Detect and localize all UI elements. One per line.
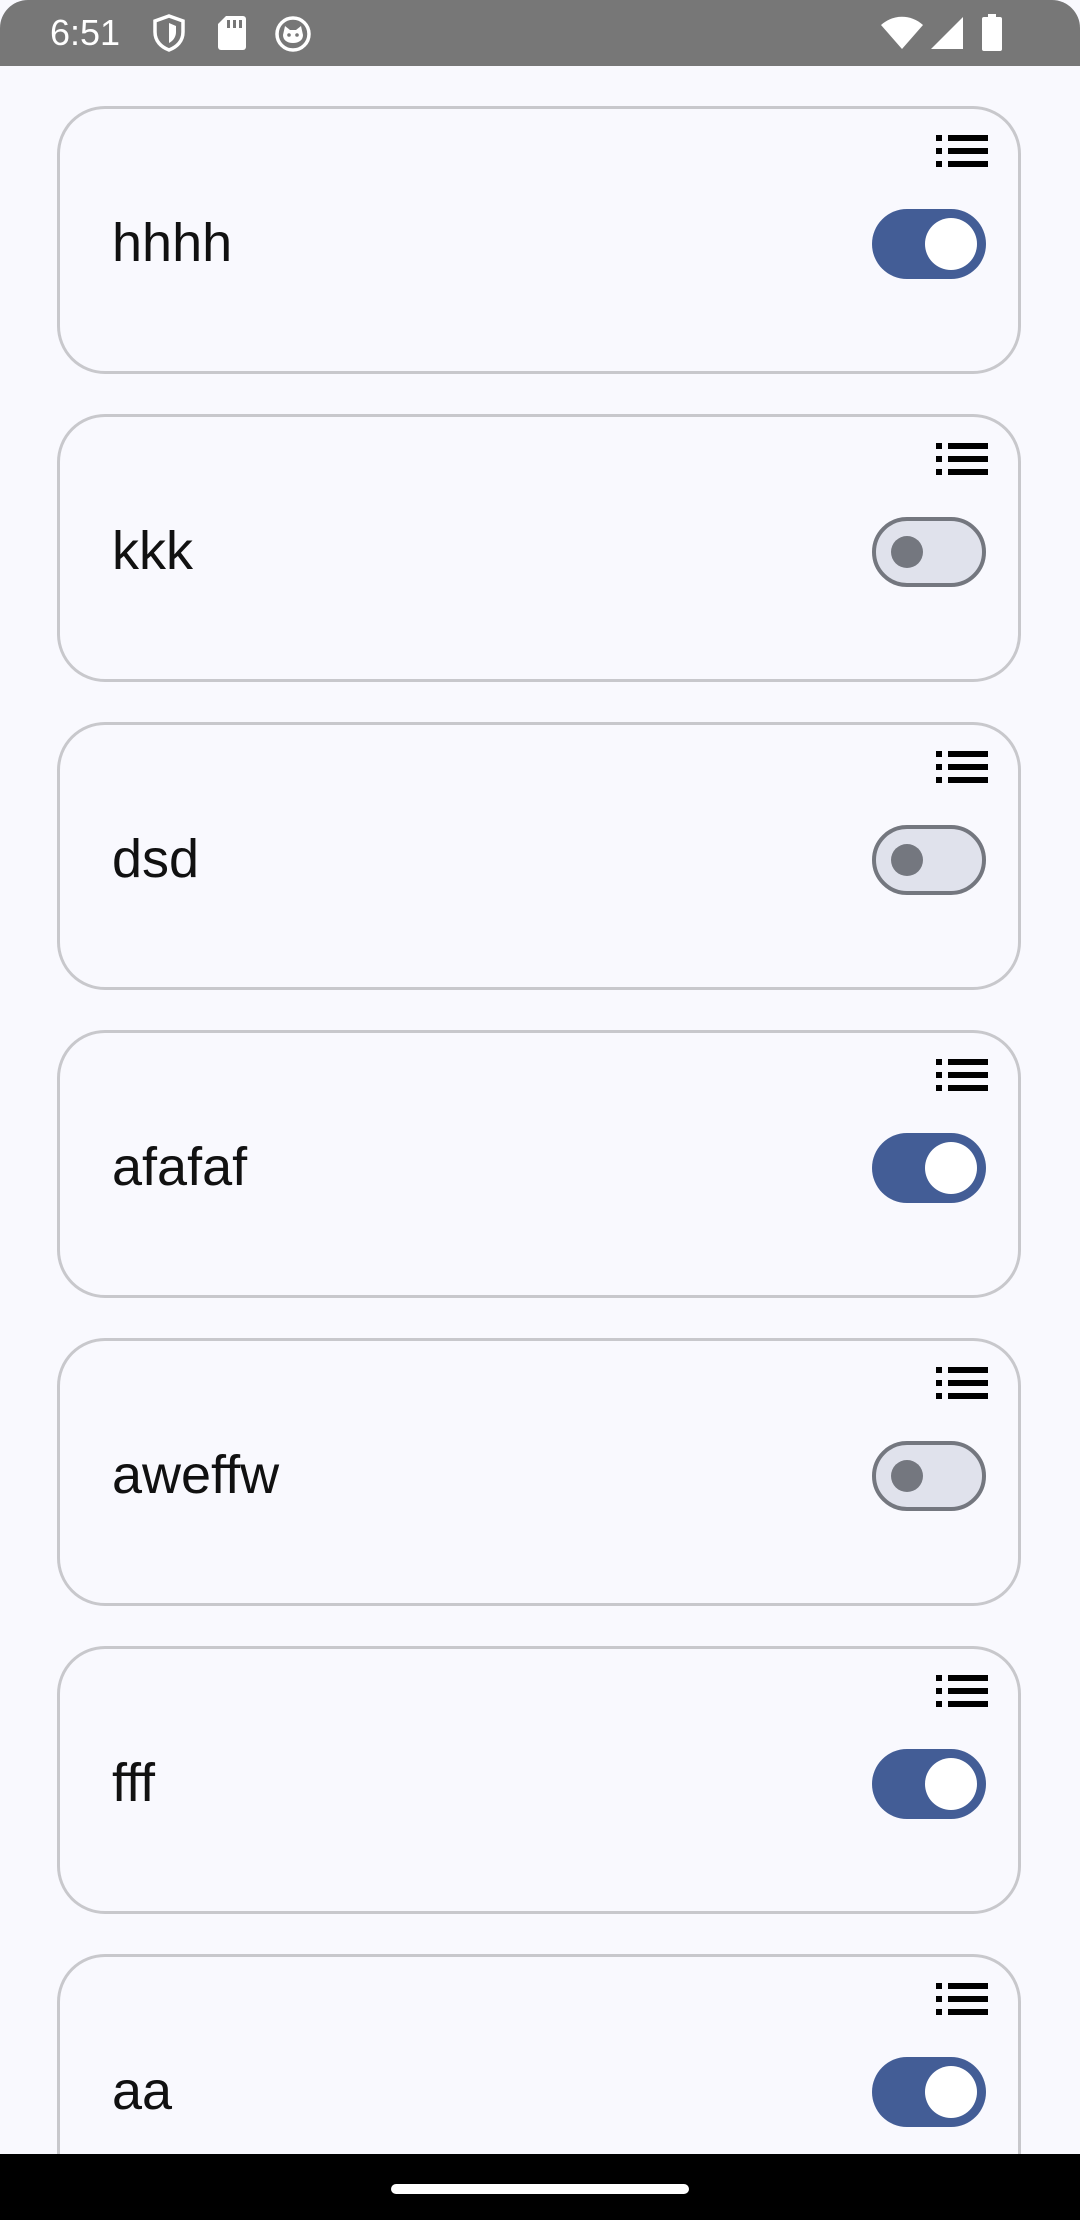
list-item[interactable]: fff: [57, 1646, 1021, 1914]
home-gesture-handle[interactable]: [391, 2184, 689, 2194]
list-item[interactable]: dsd: [57, 722, 1021, 990]
item-label: fff: [112, 1753, 156, 1813]
switch-thumb: [891, 1460, 923, 1492]
switch-thumb: [925, 1142, 977, 1194]
list-menu-icon[interactable]: [936, 1981, 988, 2017]
status-bar: 6:51: [0, 0, 1080, 66]
item-label: afafaf: [112, 1137, 248, 1197]
wifi-icon: [880, 16, 924, 50]
list-item[interactable]: aa: [57, 1954, 1021, 2154]
switch-thumb: [925, 218, 977, 270]
toggle-switch[interactable]: [872, 2057, 986, 2127]
item-label: aa: [112, 2061, 173, 2121]
status-time: 6:51: [50, 12, 121, 53]
toggle-switch[interactable]: [872, 1441, 986, 1511]
item-label: kkk: [112, 521, 193, 581]
toggle-switch[interactable]: [872, 1133, 986, 1203]
list-item[interactable]: aweffw: [57, 1338, 1021, 1606]
sd-card-icon: [216, 14, 248, 52]
toggle-switch[interactable]: [872, 209, 986, 279]
switch-thumb: [891, 844, 923, 876]
item-label: aweffw: [112, 1445, 280, 1505]
list-menu-icon[interactable]: [936, 133, 988, 169]
switch-thumb: [925, 1758, 977, 1810]
item-label: hhhh: [112, 213, 233, 273]
cat-icon: [274, 14, 312, 52]
list-menu-icon[interactable]: [936, 1057, 988, 1093]
rule-list[interactable]: hhhh kkk dsd afafaf aweffw fff aa: [0, 66, 1080, 2154]
list-menu-icon[interactable]: [936, 1365, 988, 1401]
toggle-switch[interactable]: [872, 825, 986, 895]
list-menu-icon[interactable]: [936, 441, 988, 477]
switch-thumb: [925, 2066, 977, 2118]
list-item[interactable]: afafaf: [57, 1030, 1021, 1298]
toggle-switch[interactable]: [872, 517, 986, 587]
navigation-bar: [0, 2154, 1080, 2220]
list-item[interactable]: hhhh: [57, 106, 1021, 374]
list-menu-icon[interactable]: [936, 749, 988, 785]
signal-icon: [930, 16, 964, 50]
list-item[interactable]: kkk: [57, 414, 1021, 682]
battery-icon: [980, 14, 1004, 52]
item-label: dsd: [112, 829, 200, 889]
list-menu-icon[interactable]: [936, 1673, 988, 1709]
shield-icon: [152, 14, 186, 52]
switch-thumb: [891, 536, 923, 568]
toggle-switch[interactable]: [872, 1749, 986, 1819]
